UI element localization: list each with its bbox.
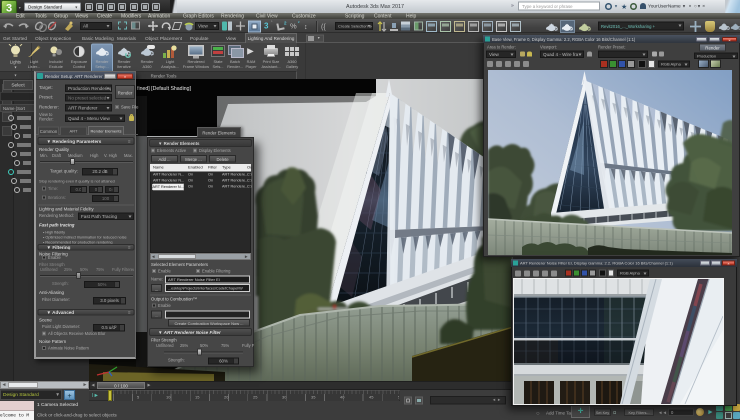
svg-text:fined] [Default Shading]: fined] [Default Shading] — [137, 86, 191, 92]
